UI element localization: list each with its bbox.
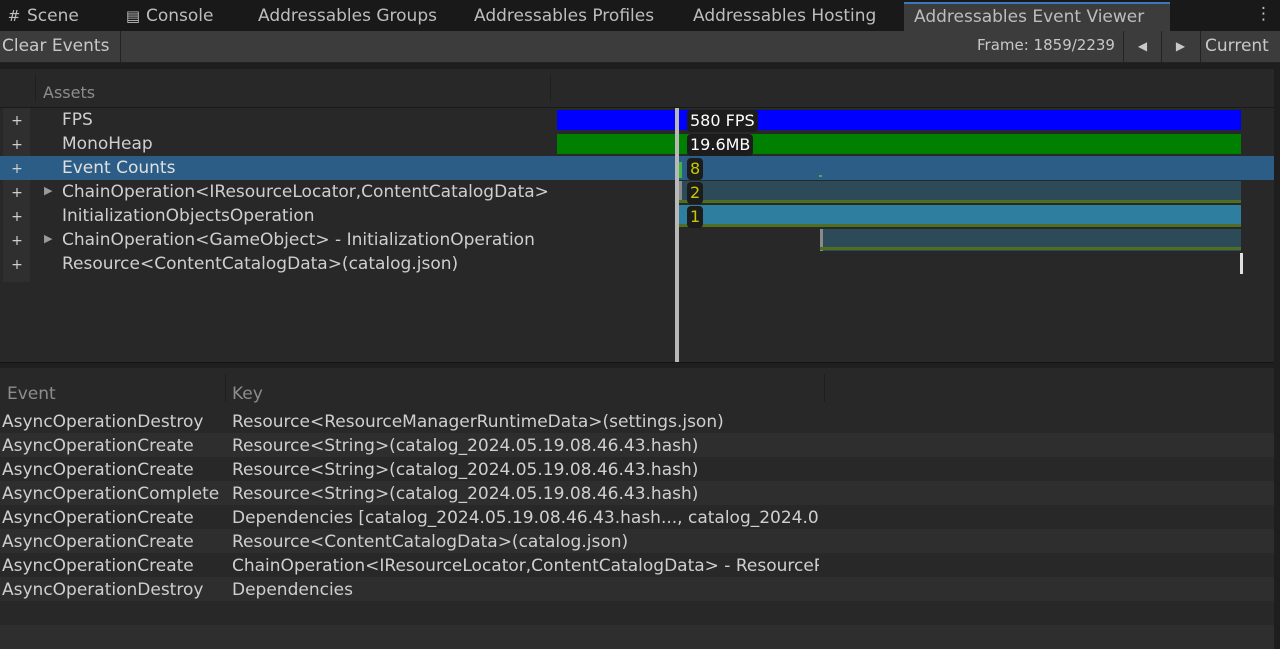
column-separator[interactable]: [35, 75, 36, 101]
key-cell: Resource<String>(catalog_2024.05.19.08.4…: [232, 436, 699, 456]
tab-addressables-event-viewer[interactable]: Addressables Event Viewer: [904, 2, 1170, 31]
key-cell: Resource<ResourceManagerRuntimeData>(set…: [232, 412, 724, 432]
triangle-right-icon: ▶: [1175, 39, 1186, 53]
monoheap-graph-bar: [557, 134, 1241, 154]
table-row[interactable]: AsyncOperationCreate Resource<ContentCat…: [0, 529, 1280, 553]
tab-addressables-profiles[interactable]: Addressables Profiles: [474, 2, 654, 31]
operation-progress-line: [679, 224, 1241, 227]
asset-row-label: ChainOperation<GameObject> - Initializat…: [62, 230, 535, 250]
kebab-menu-icon[interactable]: ⋮: [1255, 4, 1272, 24]
key-cell: Resource<String>(catalog_2024.05.19.08.4…: [232, 460, 699, 480]
asset-row-label: FPS: [62, 110, 93, 130]
asset-row-label: Event Counts: [62, 158, 176, 178]
operation-refcount-badge: 2: [687, 182, 704, 204]
column-separator[interactable]: [550, 75, 551, 101]
table-row-empty: [0, 625, 1280, 649]
column-separator[interactable]: [824, 374, 825, 402]
key-cell: Dependencies [catalog_2024.05.19.08.46.4…: [232, 508, 819, 528]
event-cell: AsyncOperationCreate: [2, 532, 194, 552]
key-cell: ChainOperation<IResourceLocator,ContentC…: [232, 556, 819, 576]
expand-arrow-icon[interactable]: ▶: [44, 180, 52, 204]
clear-events-button[interactable]: Clear Events: [0, 31, 121, 62]
toolbar: Clear Events Frame: 1859/2239 ◀ ▶ Curren…: [0, 31, 1280, 63]
plus-icon[interactable]: +: [4, 156, 30, 180]
tab-addressables-groups[interactable]: Addressables Groups: [258, 2, 437, 31]
fps-value-badge: 580 FPS: [687, 110, 758, 132]
event-cell: AsyncOperationCreate: [2, 436, 194, 456]
tab-console[interactable]: ▤ Console: [125, 2, 214, 31]
asset-row-fps[interactable]: + FPS 580 FPS: [0, 108, 1280, 132]
monoheap-value-badge: 19.6MB: [687, 134, 754, 156]
tab-console-label: Console: [146, 6, 214, 26]
asset-row-monoheap[interactable]: + MonoHeap 19.6MB: [0, 132, 1280, 156]
plus-icon[interactable]: +: [4, 228, 30, 252]
expand-arrow-icon[interactable]: ▶: [44, 228, 52, 252]
event-column-header[interactable]: Event: [7, 384, 56, 404]
tab-scene-label: Scene: [27, 6, 79, 26]
triangle-left-icon: ◀: [1137, 39, 1148, 53]
asset-row-chain-operation-gameobject[interactable]: + ▶ ChainOperation<GameObject> - Initial…: [0, 228, 1280, 252]
plus-icon[interactable]: +: [4, 132, 30, 156]
table-row[interactable]: AsyncOperationDestroy Resource<ResourceM…: [0, 409, 1280, 433]
table-row-empty: [0, 601, 1280, 625]
asset-row-event-counts[interactable]: + Event Counts 8: [0, 156, 1280, 180]
asset-row-label: MonoHeap: [62, 134, 153, 154]
assets-header: Assets: [0, 69, 1280, 108]
next-frame-button[interactable]: ▶: [1161, 31, 1199, 62]
window-right-border: [1274, 63, 1280, 649]
frame-playhead[interactable]: [675, 108, 679, 362]
event-count-spike: [819, 175, 822, 177]
tab-addressables-groups-label: Addressables Groups: [258, 6, 437, 26]
plus-icon[interactable]: +: [4, 252, 30, 276]
event-count-spike: [679, 162, 682, 178]
key-cell: Resource<ContentCatalogData>(catalog.jso…: [232, 532, 629, 552]
asset-row-label: ChainOperation<IResourceLocator,ContentC…: [62, 182, 548, 202]
asset-row-initialization-objects[interactable]: + InitializationObjectsOperation 1: [0, 204, 1280, 228]
events-table-header: Event Key: [0, 368, 1280, 408]
asset-row-chain-operation-catalog[interactable]: + ▶ ChainOperation<IResourceLocator,Cont…: [0, 180, 1280, 204]
table-row[interactable]: AsyncOperationCreate ChainOperation<IRes…: [0, 553, 1280, 577]
event-cell: AsyncOperationCreate: [2, 508, 194, 528]
key-column-header[interactable]: Key: [232, 384, 263, 404]
table-row[interactable]: AsyncOperationCreate Resource<String>(ca…: [0, 433, 1280, 457]
operation-lifetime-bar: [679, 205, 1241, 226]
plus-icon[interactable]: +: [4, 108, 30, 132]
frame-label: Frame: 1859/2239: [977, 36, 1115, 54]
asset-row-resource-catalog[interactable]: + Resource<ContentCatalogData>(catalog.j…: [0, 252, 1280, 276]
operation-progress-line: [679, 200, 1241, 203]
current-frame-button[interactable]: Current: [1200, 31, 1280, 62]
console-icon: ▤: [125, 7, 141, 25]
operation-progress-line: [820, 247, 1241, 250]
plus-icon[interactable]: +: [4, 180, 30, 204]
key-cell: Dependencies: [232, 580, 353, 600]
table-row[interactable]: AsyncOperationComplete Resource<String>(…: [0, 481, 1280, 505]
operation-refcount-badge: 1: [687, 206, 704, 228]
tab-addressables-hosting-label: Addressables Hosting: [693, 6, 877, 26]
asset-row-label: InitializationObjectsOperation: [62, 206, 315, 226]
event-count-badge: 8: [687, 158, 704, 180]
table-row[interactable]: AsyncOperationDestroy Dependencies: [0, 577, 1280, 601]
event-cell: AsyncOperationDestroy: [2, 412, 204, 432]
plus-icon[interactable]: +: [4, 204, 30, 228]
assets-column-title: Assets: [43, 83, 96, 102]
event-cell: AsyncOperationCreate: [2, 460, 194, 480]
event-cell: AsyncOperationDestroy: [2, 580, 204, 600]
fps-graph-bar: [557, 110, 1241, 130]
tab-scene[interactable]: # Scene: [6, 2, 79, 31]
event-cell: AsyncOperationComplete: [2, 484, 220, 504]
table-row[interactable]: AsyncOperationCreate Resource<String>(ca…: [0, 457, 1280, 481]
event-cell: AsyncOperationCreate: [2, 556, 194, 576]
table-row[interactable]: AsyncOperationCreate Dependencies [catal…: [0, 505, 1280, 529]
column-separator[interactable]: [225, 374, 226, 402]
key-cell: Resource<String>(catalog_2024.05.19.08.4…: [232, 484, 699, 504]
previous-frame-button[interactable]: ◀: [1123, 31, 1161, 62]
tab-addressables-profiles-label: Addressables Profiles: [474, 6, 655, 26]
tab-addressables-hosting[interactable]: Addressables Hosting: [693, 2, 876, 31]
operation-start-marker: [1240, 253, 1243, 274]
tab-addressables-event-viewer-label: Addressables Event Viewer: [914, 7, 1145, 27]
tab-bar: # Scene ▤ Console Addressables Groups Addr…: [0, 0, 1280, 31]
asset-row-label: Resource<ContentCatalogData>(catalog.jso…: [62, 254, 459, 274]
grid-icon: #: [7, 7, 21, 25]
